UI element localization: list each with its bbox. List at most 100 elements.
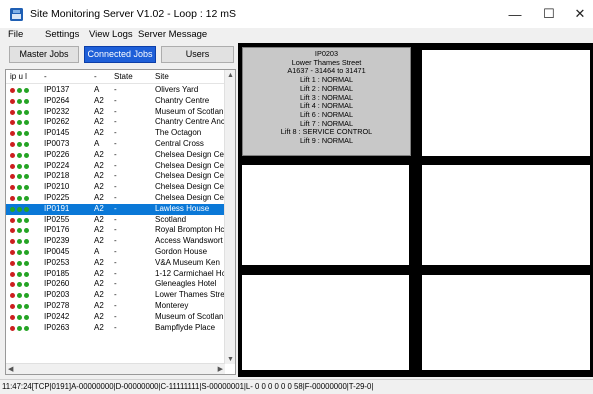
site-status-line: Lift 9 : NORMAL bbox=[299, 136, 354, 146]
site-status-lines: IP0203 Lower Thames Street A1637 - 31464 t… bbox=[243, 49, 410, 146]
status-dot-icon bbox=[24, 98, 29, 104]
scroll-right-icon[interactable]: ▶ bbox=[218, 365, 223, 373]
column-header-state[interactable]: State bbox=[114, 72, 133, 81]
status-dot-icon bbox=[10, 314, 15, 320]
close-button[interactable]: ✕ bbox=[564, 4, 593, 24]
monitor-panel-6[interactable] bbox=[422, 275, 590, 370]
list-item[interactable]: IP0242 A2- Museum of Scotlan bbox=[6, 312, 225, 323]
monitor-panel-3[interactable] bbox=[242, 165, 409, 265]
job-id: IP0137 bbox=[44, 85, 70, 94]
status-dot-icon bbox=[10, 142, 15, 147]
list-item[interactable]: IP0210 A2- Chelsea Design Ce bbox=[6, 182, 225, 193]
monitor-panel-5[interactable] bbox=[242, 275, 409, 370]
list-item[interactable]: IP0073 A - Central Cross bbox=[6, 139, 225, 150]
list-item[interactable]: IP0137 A - Olivers Yard bbox=[6, 85, 225, 96]
job-state: - bbox=[114, 85, 117, 94]
site-name: Lower Thames Stre bbox=[155, 290, 225, 300]
job-type: A2 bbox=[94, 290, 104, 300]
scroll-up-icon[interactable]: ▲ bbox=[227, 72, 234, 79]
list-item[interactable]: IP0260 A2- Gleneagles Hotel bbox=[6, 279, 225, 290]
job-state: - bbox=[114, 257, 117, 267]
status-dot-icon bbox=[10, 120, 15, 126]
job-id: IP0191 bbox=[44, 203, 70, 213]
job-type: A2 bbox=[94, 257, 104, 267]
list-item[interactable]: IP0262 A2- Chantry Centre Anc bbox=[6, 117, 225, 128]
job-id: IP0278 bbox=[44, 301, 70, 310]
site-name: Gleneagles Hotel bbox=[155, 279, 217, 289]
tab-users[interactable]: Users bbox=[161, 46, 234, 63]
list-item[interactable]: IP0224 A2- Chelsea Design Ce bbox=[6, 161, 225, 172]
menu-server-message[interactable]: Server Message bbox=[138, 29, 207, 40]
status-dot-icon bbox=[24, 142, 29, 147]
list-item[interactable]: IP0191 A2- Lawless House bbox=[6, 203, 225, 215]
list-item[interactable]: IP0278 A2 - Monterey bbox=[6, 301, 225, 312]
status-dot-icon bbox=[17, 88, 22, 93]
list-item[interactable]: IP0253 A2- V&A Museum Ken bbox=[6, 258, 225, 269]
maximize-button[interactable]: ☐ bbox=[533, 4, 565, 24]
tab-master-jobs[interactable]: Master Jobs bbox=[9, 46, 79, 63]
job-type: A2 bbox=[94, 225, 104, 235]
list-item[interactable]: IP0264 A2- Chantry Centre bbox=[6, 96, 225, 107]
list-item[interactable]: IP0263 A2- Bampflyde Place bbox=[6, 323, 225, 334]
list-item[interactable]: IP0218 A2- Chelsea Design Ce bbox=[6, 171, 225, 182]
list-item[interactable]: IP0232 A2- Museum of Scotlan bbox=[6, 107, 225, 118]
job-type: A2 bbox=[94, 182, 104, 192]
list-item[interactable]: IP0176 A2- Royal Brompton Hc bbox=[6, 225, 225, 236]
list-item[interactable]: IP0203 A2- Lower Thames Stre bbox=[6, 290, 225, 301]
vertical-scrollbar[interactable]: ▲ ▼ bbox=[224, 70, 235, 364]
status-dot-icon bbox=[24, 260, 29, 266]
column-header-ip[interactable]: ip u l bbox=[10, 72, 27, 81]
horizontal-scrollbar[interactable]: ◀ ▶ bbox=[6, 363, 225, 374]
job-state: - bbox=[114, 182, 117, 192]
site-name: Museum of Scotlan bbox=[155, 311, 224, 321]
job-id: IP0145 bbox=[44, 128, 70, 138]
status-dot-icon bbox=[24, 174, 29, 180]
status-dot-icon bbox=[10, 98, 15, 104]
column-header-type[interactable]: - bbox=[94, 72, 97, 81]
status-dot-icon bbox=[17, 304, 22, 309]
status-dot-icon bbox=[24, 217, 29, 223]
site-name: Chelsea Design Ce bbox=[155, 160, 224, 170]
status-dot-icon bbox=[24, 196, 29, 201]
status-dot-icon bbox=[17, 109, 22, 115]
list-item[interactable]: IP0226 A2- Chelsea Design Ce bbox=[6, 150, 225, 161]
job-id: IP0218 bbox=[44, 171, 70, 181]
menu-view-logs[interactable]: View Logs bbox=[89, 29, 133, 40]
list-item[interactable]: IP0045 A - Gordon House bbox=[6, 247, 225, 258]
job-state: - bbox=[114, 149, 117, 159]
status-dot-icon bbox=[17, 239, 22, 245]
scroll-left-icon[interactable]: ◀ bbox=[8, 365, 13, 373]
site-name: Monterey bbox=[155, 301, 189, 310]
monitor-panel-4[interactable] bbox=[422, 165, 590, 265]
job-type: A2 bbox=[94, 311, 104, 321]
site-status-panel[interactable]: IP0203 Lower Thames Street A1637 - 31464 t… bbox=[242, 47, 411, 156]
tab-bar: Master Jobs Connected Jobs Users bbox=[9, 46, 234, 66]
list-item[interactable]: IP0239 A2- Access Wandswort bbox=[6, 236, 225, 247]
list-item[interactable]: IP0255 A2- Scotland bbox=[6, 215, 225, 226]
job-id: IP0203 bbox=[44, 290, 70, 300]
job-id: IP0260 bbox=[44, 279, 70, 289]
job-id: IP0239 bbox=[44, 236, 70, 246]
app-icon bbox=[10, 8, 23, 21]
job-type: A2 bbox=[94, 322, 104, 332]
list-item[interactable]: IP0185 A2- 1-12 Carmichael Hc bbox=[6, 269, 225, 280]
status-dot-icon bbox=[24, 120, 29, 126]
status-dot-icon bbox=[24, 109, 29, 115]
minimize-button[interactable]: — bbox=[499, 4, 531, 24]
connected-jobs-list[interactable]: ip u l - - State Site IP0137 A - Olivers Ya… bbox=[5, 69, 236, 375]
monitor-panel-2[interactable] bbox=[422, 50, 590, 156]
list-item[interactable]: IP0145 A2- The Octagon bbox=[6, 128, 225, 139]
status-dot-icon bbox=[10, 163, 15, 169]
job-state: - bbox=[114, 322, 117, 332]
column-header-id[interactable]: - bbox=[44, 72, 47, 81]
tab-connected-jobs[interactable]: Connected Jobs bbox=[84, 46, 156, 63]
list-item[interactable]: IP0225 A2 - Chelsea Design Ce bbox=[6, 193, 225, 204]
status-dot-icon bbox=[10, 131, 15, 137]
status-dot-icon bbox=[17, 152, 22, 158]
scroll-down-icon[interactable]: ▼ bbox=[227, 356, 234, 363]
column-header-site[interactable]: Site bbox=[155, 72, 169, 81]
job-state: - bbox=[114, 279, 117, 289]
status-dot-icon bbox=[24, 131, 29, 137]
menu-file[interactable]: File bbox=[8, 29, 23, 40]
menu-settings[interactable]: Settings bbox=[45, 29, 79, 40]
